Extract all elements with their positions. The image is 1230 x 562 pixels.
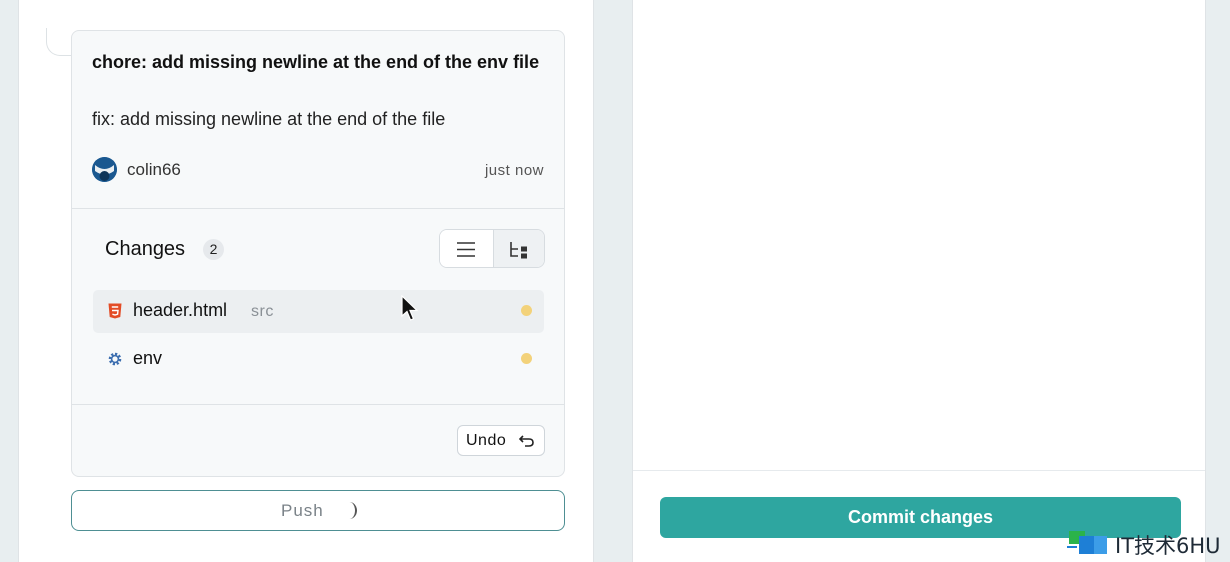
changes-heading: Changes (105, 238, 186, 260)
loading-spinner-icon (342, 502, 357, 519)
undo-label: Undo (466, 431, 507, 449)
commit-description: fix: add missing newline at the end of t… (92, 109, 446, 129)
file-row-header-html[interactable]: header.html src (93, 290, 544, 333)
watermark: IT技术6HU (1067, 528, 1230, 558)
divider (72, 208, 564, 209)
mouse-cursor-icon (401, 295, 419, 321)
undo-button[interactable]: Undo (457, 425, 545, 456)
commit-author-row: colin66 just now (92, 157, 544, 183)
modified-status-dot (521, 353, 532, 364)
watermark-text: IT技术6HU (1115, 534, 1221, 558)
view-mode-toggle (439, 229, 545, 268)
push-label: Push (281, 501, 324, 520)
file-directory: src (251, 303, 274, 320)
modified-status-dot (521, 305, 532, 316)
push-button[interactable]: Push (71, 490, 565, 531)
list-view-button[interactable] (440, 230, 493, 267)
commit-panel: Commit changes (632, 0, 1206, 562)
commit-timestamp: just now (484, 162, 544, 179)
file-row-env[interactable]: env (93, 338, 544, 381)
avatar (92, 157, 117, 182)
changes-count-badge: 2 (203, 239, 224, 260)
list-icon (457, 242, 475, 257)
file-name: env (133, 348, 163, 368)
tree-icon (510, 242, 527, 259)
html5-icon (108, 303, 122, 319)
file-name: header.html (133, 300, 228, 320)
divider (72, 404, 564, 405)
author-name[interactable]: colin66 (127, 160, 181, 180)
tree-view-button[interactable] (493, 230, 544, 267)
commit-card: chore: add missing newline at the end of… (71, 30, 565, 477)
divider (633, 470, 1205, 471)
commit-title: chore: add missing newline at the end of… (92, 52, 540, 72)
watermark-logo-icon (1067, 531, 1107, 554)
gear-icon (108, 352, 122, 366)
undo-icon (519, 435, 534, 447)
